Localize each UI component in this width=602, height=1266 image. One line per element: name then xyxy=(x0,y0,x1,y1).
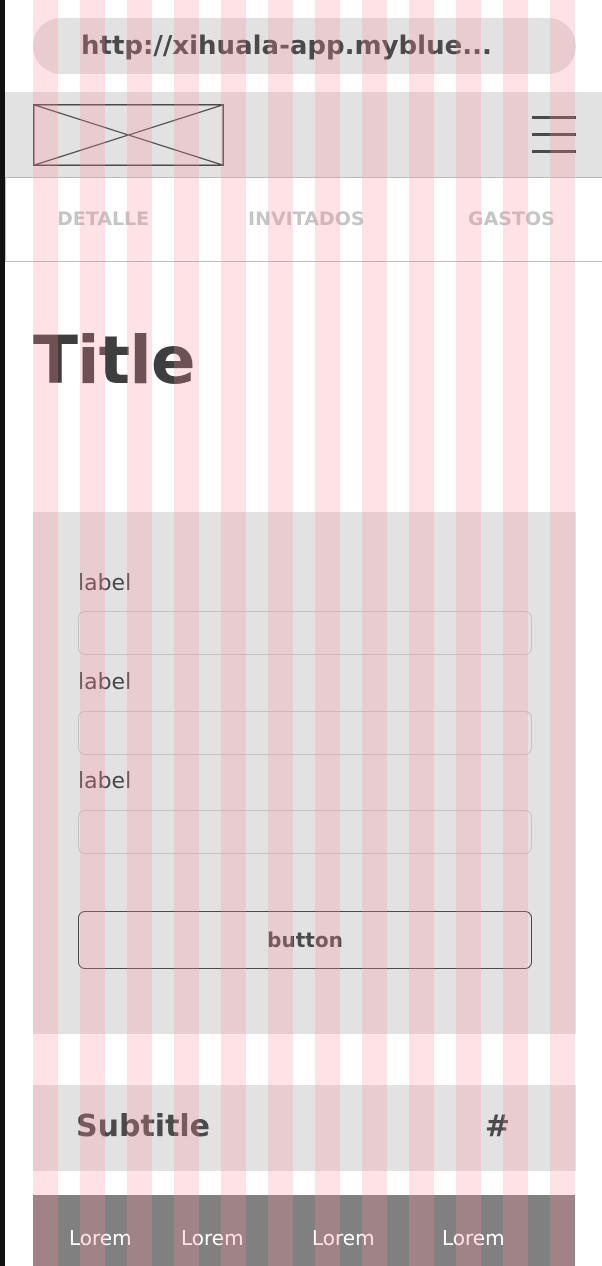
bottom-nav-item-3[interactable]: Lorem xyxy=(312,1226,375,1250)
tab-invitados[interactable]: INVITADOS xyxy=(248,208,365,230)
text-field-1[interactable] xyxy=(78,611,532,655)
image-placeholder-icon[interactable] xyxy=(33,104,224,166)
field-label-1: label xyxy=(78,571,132,596)
page-title: Title xyxy=(33,322,196,399)
text-field-2[interactable] xyxy=(78,711,532,755)
field-label-3: label xyxy=(78,769,132,794)
subtitle-count: # xyxy=(484,1109,510,1144)
bottom-nav-item-2[interactable]: Lorem xyxy=(181,1226,244,1250)
app-header xyxy=(5,92,602,178)
url-text: http://xihuala-app.myblue... xyxy=(81,31,492,61)
tab-detalle[interactable]: DETALLE xyxy=(57,208,149,230)
tab-bar: DETALLE INVITADOS GASTOS xyxy=(5,178,602,262)
summary-bar: Subtitle # xyxy=(33,1085,576,1171)
bottom-nav: Lorem Lorem Lorem Lorem xyxy=(33,1195,575,1266)
tab-gastos[interactable]: GASTOS xyxy=(468,208,555,230)
url-bar[interactable]: http://xihuala-app.myblue... xyxy=(33,18,576,74)
hamburger-menu-icon[interactable] xyxy=(532,116,576,154)
bottom-nav-item-4[interactable]: Lorem xyxy=(442,1226,505,1250)
text-field-3[interactable] xyxy=(78,810,532,854)
form-card: label label label button xyxy=(33,512,576,1034)
bottom-nav-item-1[interactable]: Lorem xyxy=(69,1226,132,1250)
submit-button[interactable]: button xyxy=(78,911,532,969)
subtitle: Subtitle xyxy=(76,1109,211,1144)
field-label-2: label xyxy=(78,670,132,695)
